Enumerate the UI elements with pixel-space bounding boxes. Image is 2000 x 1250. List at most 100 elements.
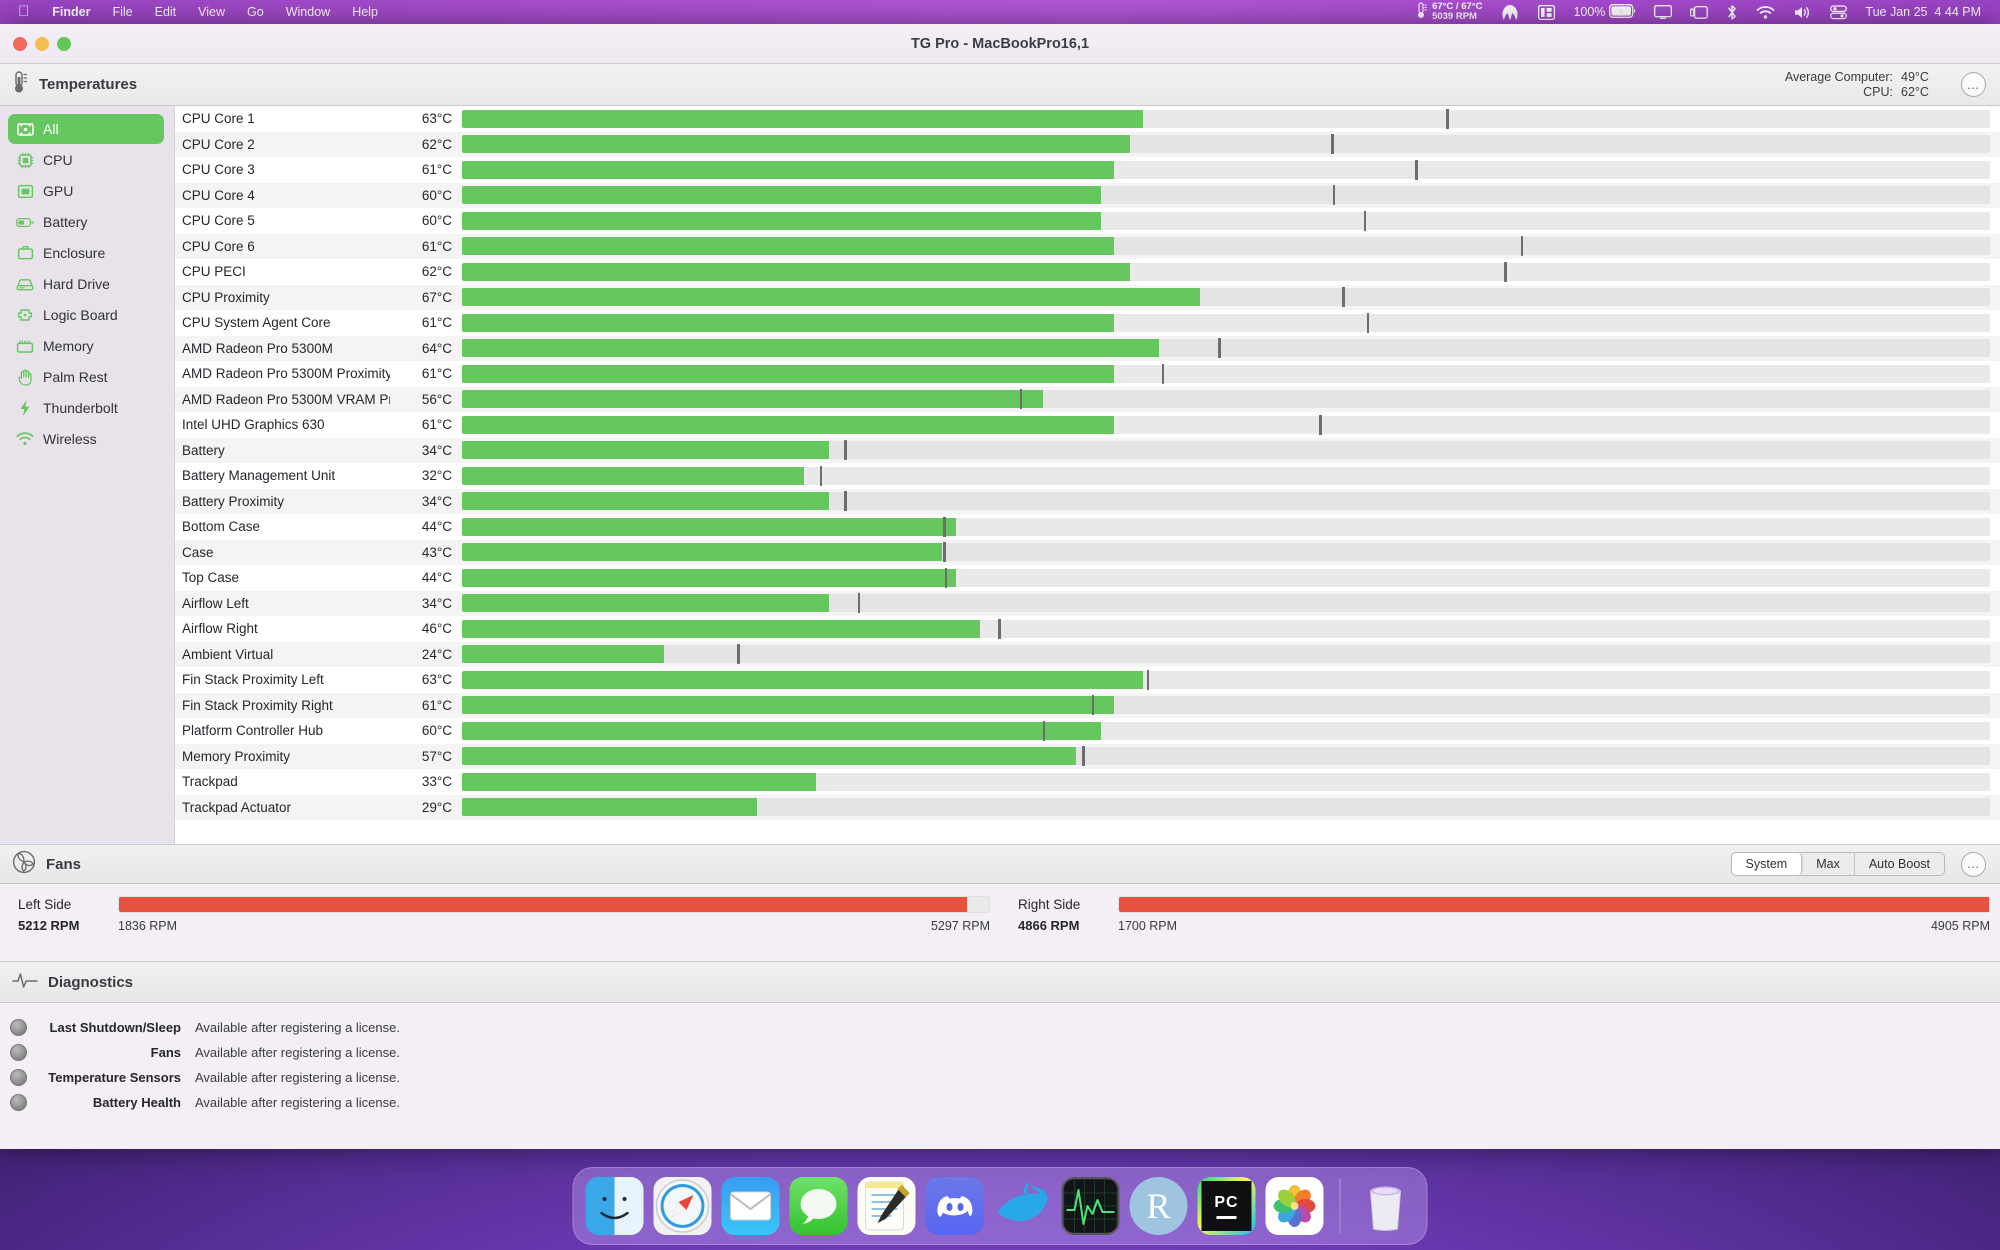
dock-item-notes[interactable] bbox=[857, 1177, 916, 1235]
sensor-value: 44°C bbox=[421, 519, 452, 535]
sensor-bar bbox=[462, 695, 1990, 716]
fan-mode-max[interactable]: Max bbox=[1802, 853, 1855, 875]
sensor-row[interactable]: CPU Core 5 60°C bbox=[175, 208, 2000, 234]
sensor-bar bbox=[462, 772, 1990, 791]
sensor-name: Bottom Case bbox=[182, 519, 261, 535]
sidebar-item-all[interactable]: All bbox=[8, 114, 164, 144]
sensor-row[interactable]: CPU Core 6 61°C bbox=[175, 233, 2000, 259]
dock-item-pycharm[interactable]: PC bbox=[1197, 1177, 1256, 1235]
sensor-row[interactable]: Bottom Case 44°C bbox=[175, 514, 2000, 540]
dock-item-trash[interactable] bbox=[1357, 1177, 1415, 1235]
menu-item-edit[interactable]: Edit bbox=[144, 0, 188, 24]
sensor-name: Trackpad Actuator bbox=[182, 799, 292, 815]
sensor-name: AMD Radeon Pro 5300M Proximity bbox=[182, 366, 390, 382]
sensor-row[interactable]: Memory Proximity 57°C bbox=[175, 743, 2000, 769]
sensor-row[interactable]: Intel UHD Graphics 630 61°C bbox=[175, 412, 2000, 438]
sensor-name: Battery Proximity bbox=[182, 493, 285, 509]
menu-item-go[interactable]: Go bbox=[236, 0, 275, 24]
sidebar-item-battery[interactable]: Battery bbox=[8, 207, 164, 237]
fan-speed-track[interactable] bbox=[1118, 896, 1990, 913]
diagnostic-value: Available after registering a license. bbox=[195, 1045, 400, 1060]
sensor-row[interactable]: Airflow Right 46°C bbox=[175, 616, 2000, 642]
sidebar-item-wireless[interactable]: Wireless bbox=[8, 424, 164, 454]
sensor-value: 57°C bbox=[421, 748, 452, 764]
menu-item-help[interactable]: Help bbox=[341, 0, 389, 24]
sensor-row[interactable]: AMD Radeon Pro 5300M 64°C bbox=[175, 335, 2000, 361]
stage-manager-icon[interactable] bbox=[1681, 0, 1717, 24]
sensor-row[interactable]: AMD Radeon Pro 5300M Proximity 61°C bbox=[175, 361, 2000, 387]
sensor-row[interactable]: Platform Controller Hub 60°C bbox=[175, 718, 2000, 744]
sensor-row[interactable]: Fin Stack Proximity Left 63°C bbox=[175, 667, 2000, 693]
sensor-row[interactable]: Fin Stack Proximity Right 61°C bbox=[175, 692, 2000, 718]
sidebar-item-palm-rest[interactable]: Palm Rest bbox=[8, 362, 164, 392]
sensor-row[interactable]: Top Case 44°C bbox=[175, 565, 2000, 591]
sidebar-item-enclosure[interactable]: Enclosure bbox=[8, 238, 164, 268]
sensor-name: Battery bbox=[182, 442, 225, 458]
fan-mode-system[interactable]: System bbox=[1731, 853, 1803, 875]
display-icon[interactable] bbox=[1645, 0, 1681, 24]
sidebar-item-hard-drive[interactable]: Hard Drive bbox=[8, 269, 164, 299]
sensor-row[interactable]: CPU Core 1 63°C bbox=[175, 106, 2000, 132]
temperatures-more-button[interactable]: … bbox=[1961, 72, 1986, 97]
bluetooth-icon[interactable] bbox=[1717, 0, 1747, 24]
fan-speed-track[interactable] bbox=[118, 896, 990, 913]
sidebar-item-gpu[interactable]: GPU bbox=[8, 176, 164, 206]
dock-item-messages[interactable] bbox=[789, 1177, 848, 1235]
sensor-row[interactable]: CPU PECI 62°C bbox=[175, 259, 2000, 285]
sensor-row[interactable]: CPU Proximity 67°C bbox=[175, 284, 2000, 310]
sensor-bar bbox=[462, 798, 1990, 817]
sensor-row[interactable]: Ambient Virtual 24°C bbox=[175, 641, 2000, 667]
apple-logo-icon[interactable]:  bbox=[8, 1, 41, 23]
menu-item-window[interactable]: Window bbox=[275, 0, 341, 24]
sensor-peak-marker bbox=[1415, 159, 1418, 180]
control-center-icon[interactable] bbox=[1821, 0, 1856, 24]
sensor-row[interactable]: Trackpad Actuator 29°C bbox=[175, 794, 2000, 820]
sensor-bar-fill bbox=[462, 160, 1115, 179]
tgpro-menu-status[interactable]: 67°C / 67°C 5039 RPM bbox=[1407, 0, 1491, 24]
sidebar-item-cpu[interactable]: CPU bbox=[8, 145, 164, 175]
sidebar-item-logic-board[interactable]: Logic Board bbox=[8, 300, 164, 330]
sensor-row[interactable]: Case 43°C bbox=[175, 539, 2000, 565]
sidebar-item-memory[interactable]: Memory bbox=[8, 331, 164, 361]
dock-item-activity-monitor[interactable] bbox=[1061, 1177, 1120, 1235]
malwarebytes-icon[interactable] bbox=[1491, 0, 1529, 24]
sensor-row[interactable]: CPU Core 2 62°C bbox=[175, 131, 2000, 157]
sidebar-item-thunderbolt[interactable]: Thunderbolt bbox=[8, 393, 164, 423]
sensor-row[interactable]: Battery Management Unit 32°C bbox=[175, 463, 2000, 489]
fans-more-button[interactable]: … bbox=[1961, 851, 1986, 877]
sensor-peak-marker bbox=[844, 491, 847, 512]
sensor-peak-marker bbox=[1520, 236, 1524, 257]
menu-item-file[interactable]: File bbox=[101, 0, 143, 24]
sensor-row[interactable]: CPU Core 3 61°C bbox=[175, 157, 2000, 183]
sensor-row[interactable]: Battery Proximity 34°C bbox=[175, 488, 2000, 514]
battery-status[interactable]: 100% bbox=[1564, 0, 1645, 24]
battery-charging-icon bbox=[1609, 3, 1636, 21]
menu-item-finder[interactable]: Finder bbox=[41, 0, 101, 24]
all-sensors-icon bbox=[16, 120, 34, 138]
sensor-row[interactable]: Trackpad 33°C bbox=[175, 769, 2000, 795]
fan-mode-auto-boost[interactable]: Auto Boost bbox=[1855, 853, 1944, 875]
window-tiling-icon[interactable] bbox=[1529, 0, 1564, 24]
sensor-row[interactable]: CPU System Agent Core 61°C bbox=[175, 310, 2000, 336]
volume-icon[interactable] bbox=[1784, 0, 1821, 24]
sensor-row[interactable]: Battery 34°C bbox=[175, 437, 2000, 463]
menu-item-view[interactable]: View bbox=[187, 0, 236, 24]
dock-item-finder[interactable] bbox=[585, 1177, 644, 1235]
fan-mode-segmented-control[interactable]: System Max Auto Boost bbox=[1730, 852, 1945, 876]
sensor-row[interactable]: Airflow Left 34°C bbox=[175, 590, 2000, 616]
sensor-peak-marker bbox=[1446, 108, 1449, 129]
sensor-row[interactable]: CPU Core 4 60°C bbox=[175, 182, 2000, 208]
sensor-value: 60°C bbox=[421, 213, 452, 229]
wifi-icon[interactable] bbox=[1747, 0, 1784, 24]
dock-item-safari[interactable] bbox=[653, 1177, 712, 1235]
pycharm-glyph: PC bbox=[1201, 1181, 1252, 1231]
sensor-name: CPU Core 4 bbox=[182, 187, 255, 203]
dock-item-photos[interactable] bbox=[1265, 1177, 1324, 1235]
fan-current-rpm: 5212 RPM bbox=[18, 918, 80, 933]
dock-item-mail[interactable] bbox=[721, 1177, 780, 1235]
sensor-row[interactable]: AMD Radeon Pro 5300M VRAM Prox… 56°C bbox=[175, 386, 2000, 412]
dock-item-dolphin[interactable] bbox=[994, 1177, 1052, 1235]
dock-item-r[interactable]: R bbox=[1129, 1177, 1188, 1235]
menu-bar-clock[interactable]: Tue Jan 25 4 44 PM bbox=[1856, 0, 1990, 24]
dock-item-discord[interactable] bbox=[925, 1177, 984, 1235]
